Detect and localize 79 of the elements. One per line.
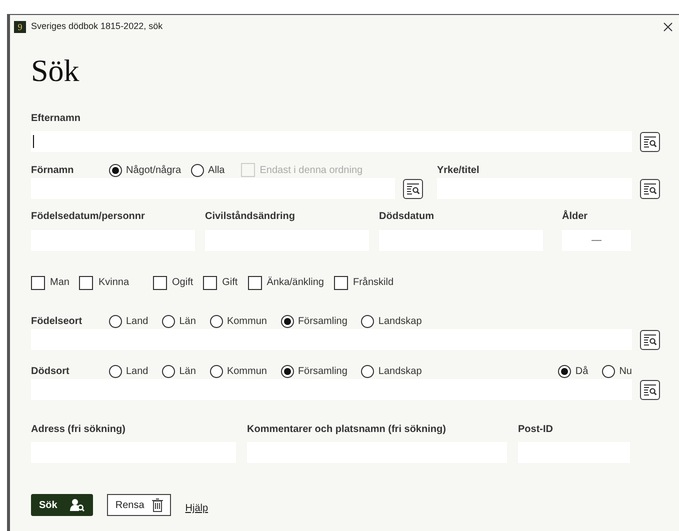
- radio-label: Alla: [208, 164, 225, 178]
- checkbox-label: Endast i denna ordning: [260, 164, 363, 178]
- field-label: Efternamn: [31, 113, 80, 124]
- list-search-icon: [643, 136, 657, 148]
- close-icon: [663, 22, 673, 32]
- field-label: Kommentarer och platsnamn (fri sökning): [247, 423, 447, 437]
- range-dash: —: [592, 234, 602, 248]
- text-field[interactable]: [31, 178, 395, 199]
- search-button[interactable]: Sök: [31, 494, 94, 516]
- list-search-button[interactable]: [403, 179, 423, 199]
- field-label: Yrke/titel: [437, 164, 480, 178]
- radio-label: Församling: [298, 364, 348, 378]
- checkbox-label: Kvinna: [98, 276, 130, 290]
- list-search-icon: [406, 183, 420, 195]
- radio-button[interactable]: [361, 364, 374, 378]
- radio-label: Nu: [619, 364, 632, 378]
- checkbox-label: Frånskild: [352, 276, 394, 290]
- radio-button[interactable]: [361, 314, 374, 328]
- list-search-icon: [643, 384, 657, 396]
- checkbox-label: Man: [50, 276, 70, 290]
- close-button[interactable]: [663, 22, 673, 32]
- text-field[interactable]: —: [562, 230, 631, 251]
- window-title: Sveriges dödbok 1815-2022, sök: [31, 20, 163, 34]
- text-field[interactable]: [31, 131, 632, 152]
- text-field[interactable]: [31, 379, 632, 400]
- radio-button[interactable]: [558, 364, 572, 378]
- radio-label: Församling: [298, 314, 348, 328]
- field-label: Adress (fri sökning): [31, 423, 126, 437]
- radio-button[interactable]: [280, 314, 294, 328]
- list-search-icon: [643, 334, 657, 346]
- person-search-icon: [69, 498, 86, 512]
- field-label: Födelseort: [31, 314, 84, 328]
- radio-label: Län: [179, 364, 196, 378]
- checkbox[interactable]: [248, 276, 262, 290]
- checkbox[interactable]: [203, 276, 218, 290]
- radio-button[interactable]: [109, 164, 122, 176]
- field-label: Förnamn: [31, 164, 75, 178]
- radio-label: Kommun: [226, 314, 267, 328]
- radio-button[interactable]: [602, 364, 616, 378]
- radio-label: Land: [126, 364, 148, 378]
- page-heading: Sök: [31, 53, 80, 89]
- field-label: Civilståndsändring: [205, 210, 296, 224]
- list-search-button[interactable]: [640, 330, 660, 350]
- radio-button[interactable]: [210, 314, 223, 328]
- radio-button[interactable]: [109, 364, 122, 378]
- radio-button[interactable]: [210, 364, 223, 378]
- radio-label: Då: [575, 364, 588, 378]
- field-label: Dödsdatum: [379, 210, 435, 224]
- list-search-icon: [643, 183, 657, 195]
- radio-button[interactable]: [280, 364, 294, 378]
- checkbox-label: Ogift: [172, 276, 194, 290]
- app-logo: 9: [14, 21, 26, 33]
- text-field[interactable]: [31, 329, 632, 350]
- list-search-button[interactable]: [640, 179, 660, 199]
- checkbox[interactable]: [31, 276, 45, 290]
- field-label: Post-ID: [518, 423, 554, 437]
- field-label: Ålder: [562, 209, 589, 224]
- radio-button[interactable]: [162, 314, 176, 328]
- radio-button[interactable]: [162, 364, 176, 378]
- list-search-button[interactable]: [640, 132, 660, 152]
- checkbox[interactable]: [79, 276, 94, 290]
- radio-button[interactable]: [109, 314, 122, 328]
- field-label: Dödsort: [31, 364, 70, 378]
- radio-label: Län: [179, 314, 196, 328]
- checkbox[interactable]: [153, 276, 168, 290]
- clear-button[interactable]: Rensa: [107, 494, 172, 516]
- checkbox-label: Änka/änkling: [266, 276, 324, 290]
- checkbox-label: Gift: [222, 276, 238, 290]
- help-link[interactable]: Hjälp: [185, 501, 208, 516]
- radio-label: Landskap: [378, 314, 422, 328]
- checkbox[interactable]: [334, 276, 348, 290]
- list-search-button[interactable]: [640, 380, 660, 400]
- radio-label: Landskap: [378, 364, 422, 378]
- field-label: Födelsedatum/personnr: [31, 210, 146, 224]
- radio-button[interactable]: [191, 164, 204, 176]
- radio-label: Något/några: [126, 164, 182, 178]
- radio-label: Land: [126, 314, 148, 328]
- trash-icon: [152, 498, 164, 512]
- radio-label: Kommun: [226, 364, 267, 378]
